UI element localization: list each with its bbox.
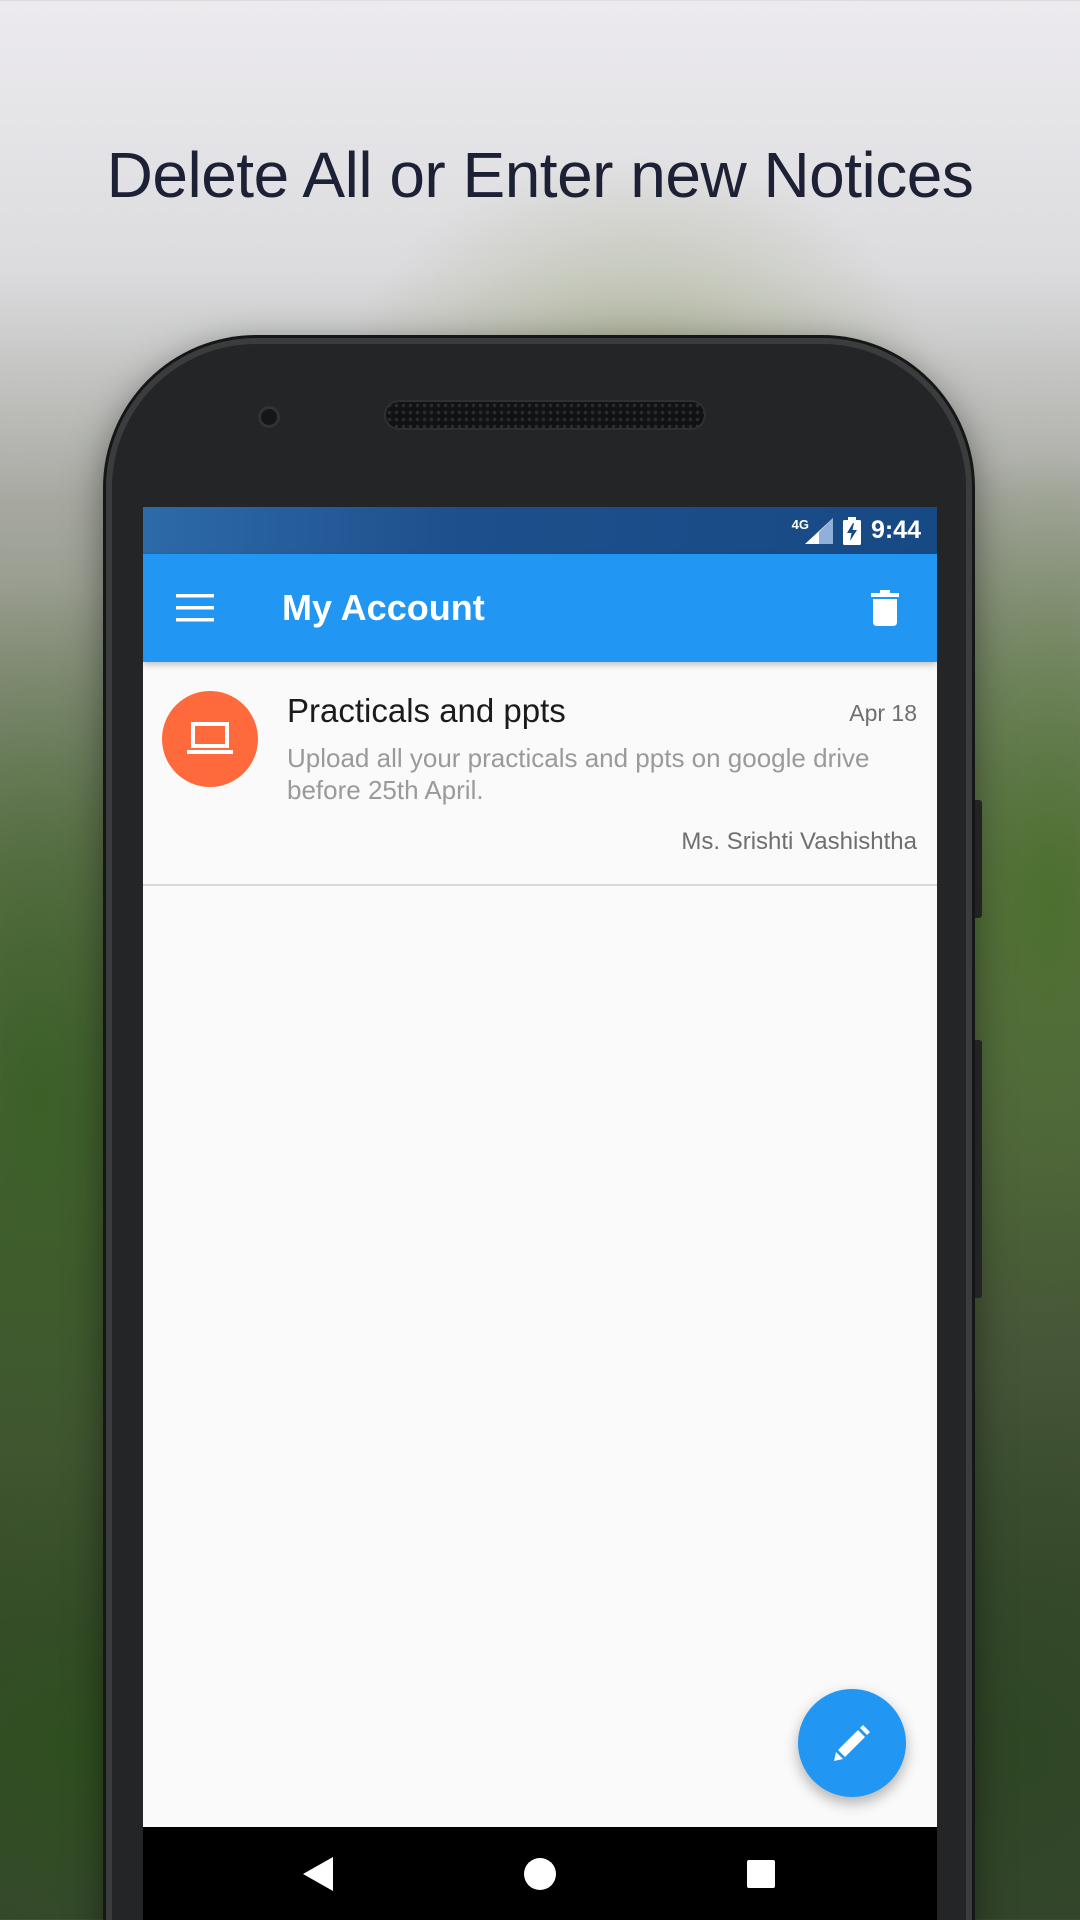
notice-body: Upload all your practicals and ppts on g… (287, 743, 870, 805)
home-icon (524, 1857, 556, 1890)
earpiece-speaker (384, 400, 706, 430)
status-bar: 4G 9:44 (143, 507, 937, 554)
pencil-icon (834, 1725, 870, 1761)
front-camera (258, 406, 280, 428)
app-bar: My Account (143, 554, 937, 662)
headline: Delete All or Enter new Notices (106, 139, 974, 211)
app-title: My Account (282, 587, 485, 628)
back-icon (303, 1856, 333, 1891)
notice-title: Practicals and ppts (287, 692, 566, 729)
status-clock: 9:44 (870, 516, 921, 544)
trash-icon (871, 590, 899, 626)
nav-back-button[interactable] (273, 1827, 363, 1920)
notice-item[interactable]: Practicals and ppts Apr 18 Upload all yo… (143, 662, 937, 886)
delete-all-button[interactable] (853, 576, 917, 640)
nav-home-button[interactable] (495, 1827, 585, 1920)
recents-icon (747, 1859, 775, 1888)
phone-volume-button (972, 800, 982, 918)
navigation-bar (143, 1827, 937, 1920)
notice-author: Ms. Srishti Vashishtha (681, 828, 917, 855)
phone-power-button (972, 1040, 982, 1298)
notice-list: Practicals and ppts Apr 18 Upload all yo… (143, 662, 937, 886)
menu-button[interactable] (163, 576, 227, 640)
status-icons: 4G 9:44 (792, 507, 921, 554)
nav-recents-button[interactable] (716, 1827, 806, 1920)
notice-avatar (162, 691, 258, 787)
network-type-label: 4G (791, 517, 809, 532)
laptop-icon (187, 722, 233, 754)
phone-screen: 4G 9:44 My Account Practicals and ppts A… (143, 507, 937, 1920)
battery-charging-icon (842, 516, 861, 545)
menu-icon (176, 594, 214, 622)
signal-icon (804, 517, 833, 544)
notice-date: Apr 18 (849, 700, 917, 726)
new-notice-fab[interactable] (798, 1689, 906, 1797)
